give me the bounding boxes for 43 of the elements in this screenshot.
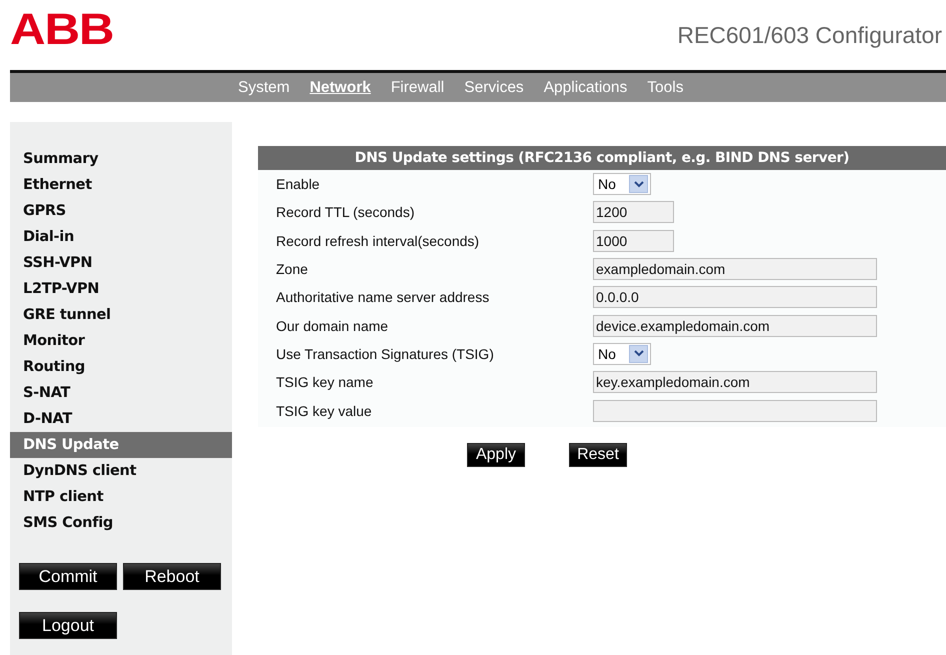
field-label: TSIG key value: [275, 402, 373, 419]
reboot-button[interactable]: Reboot: [123, 563, 221, 590]
sidebar-item[interactable]: Monitor: [10, 328, 232, 354]
dropdown[interactable]: No: [593, 173, 651, 196]
input-field[interactable]: 1200: [593, 201, 674, 224]
input-field[interactable]: 0.0.0.0: [593, 286, 877, 308]
reset-button[interactable]: Reset: [569, 442, 627, 467]
input-field[interactable]: exampledomain.com: [593, 258, 877, 280]
field-label: TSIG key name: [275, 374, 374, 390]
caret-icon: [629, 344, 648, 363]
sidebar-item[interactable]: Routing: [10, 354, 232, 380]
sidebar-item[interactable]: GPRS: [10, 198, 232, 224]
sidebar-item[interactable]: Ethernet: [10, 172, 232, 198]
sidebar-item[interactable]: GRE tunnel: [10, 302, 232, 328]
input-field[interactable]: 1000: [593, 230, 674, 252]
sidebar-item[interactable]: SSH-VPN: [10, 250, 232, 276]
field-label: Enable: [275, 176, 321, 192]
field-label: Use Transaction Signatures (TSIG): [275, 346, 495, 362]
dropdown[interactable]: No: [593, 342, 651, 365]
field-label: Our domain name: [275, 318, 390, 334]
abb-logo: ABB: [10, 12, 114, 48]
caret-icon: [629, 175, 648, 194]
field-label: Record refresh interval(seconds): [275, 232, 480, 249]
sidebar-item[interactable]: SMS Config: [10, 510, 232, 536]
app-title: REC601/603 Configurator: [677, 22, 942, 49]
sidebar-item[interactable]: L2TP-VPN: [10, 276, 232, 302]
sidebar-item[interactable]: Dial-in: [10, 224, 232, 250]
sidebar-item[interactable]: NTP client: [10, 484, 232, 510]
field-label: Record TTL (seconds): [275, 204, 416, 220]
logout-button[interactable]: Logout: [19, 612, 117, 639]
sidebar-item[interactable]: DynDNS client: [10, 458, 232, 484]
panel-heading: DNS Update settings (RFC2136 compliant, e.g. BIND DNS server): [258, 146, 946, 170]
sidebar-item[interactable]: D-NAT: [10, 406, 232, 432]
sidebar-item[interactable]: Summary: [10, 146, 232, 172]
field-label: Authoritative name server address: [275, 289, 490, 306]
field-label: Zone: [275, 261, 309, 278]
sidebar-item[interactable]: DNS Update: [10, 432, 232, 458]
sidebar-item[interactable]: S-NAT: [10, 380, 232, 406]
input-field[interactable]: key.exampledomain.com: [593, 371, 877, 394]
commit-button[interactable]: Commit: [19, 563, 117, 590]
input-field[interactable]: device.exampledomain.com: [593, 314, 877, 337]
apply-button[interactable]: Apply: [467, 442, 525, 467]
input-field[interactable]: [593, 400, 877, 422]
